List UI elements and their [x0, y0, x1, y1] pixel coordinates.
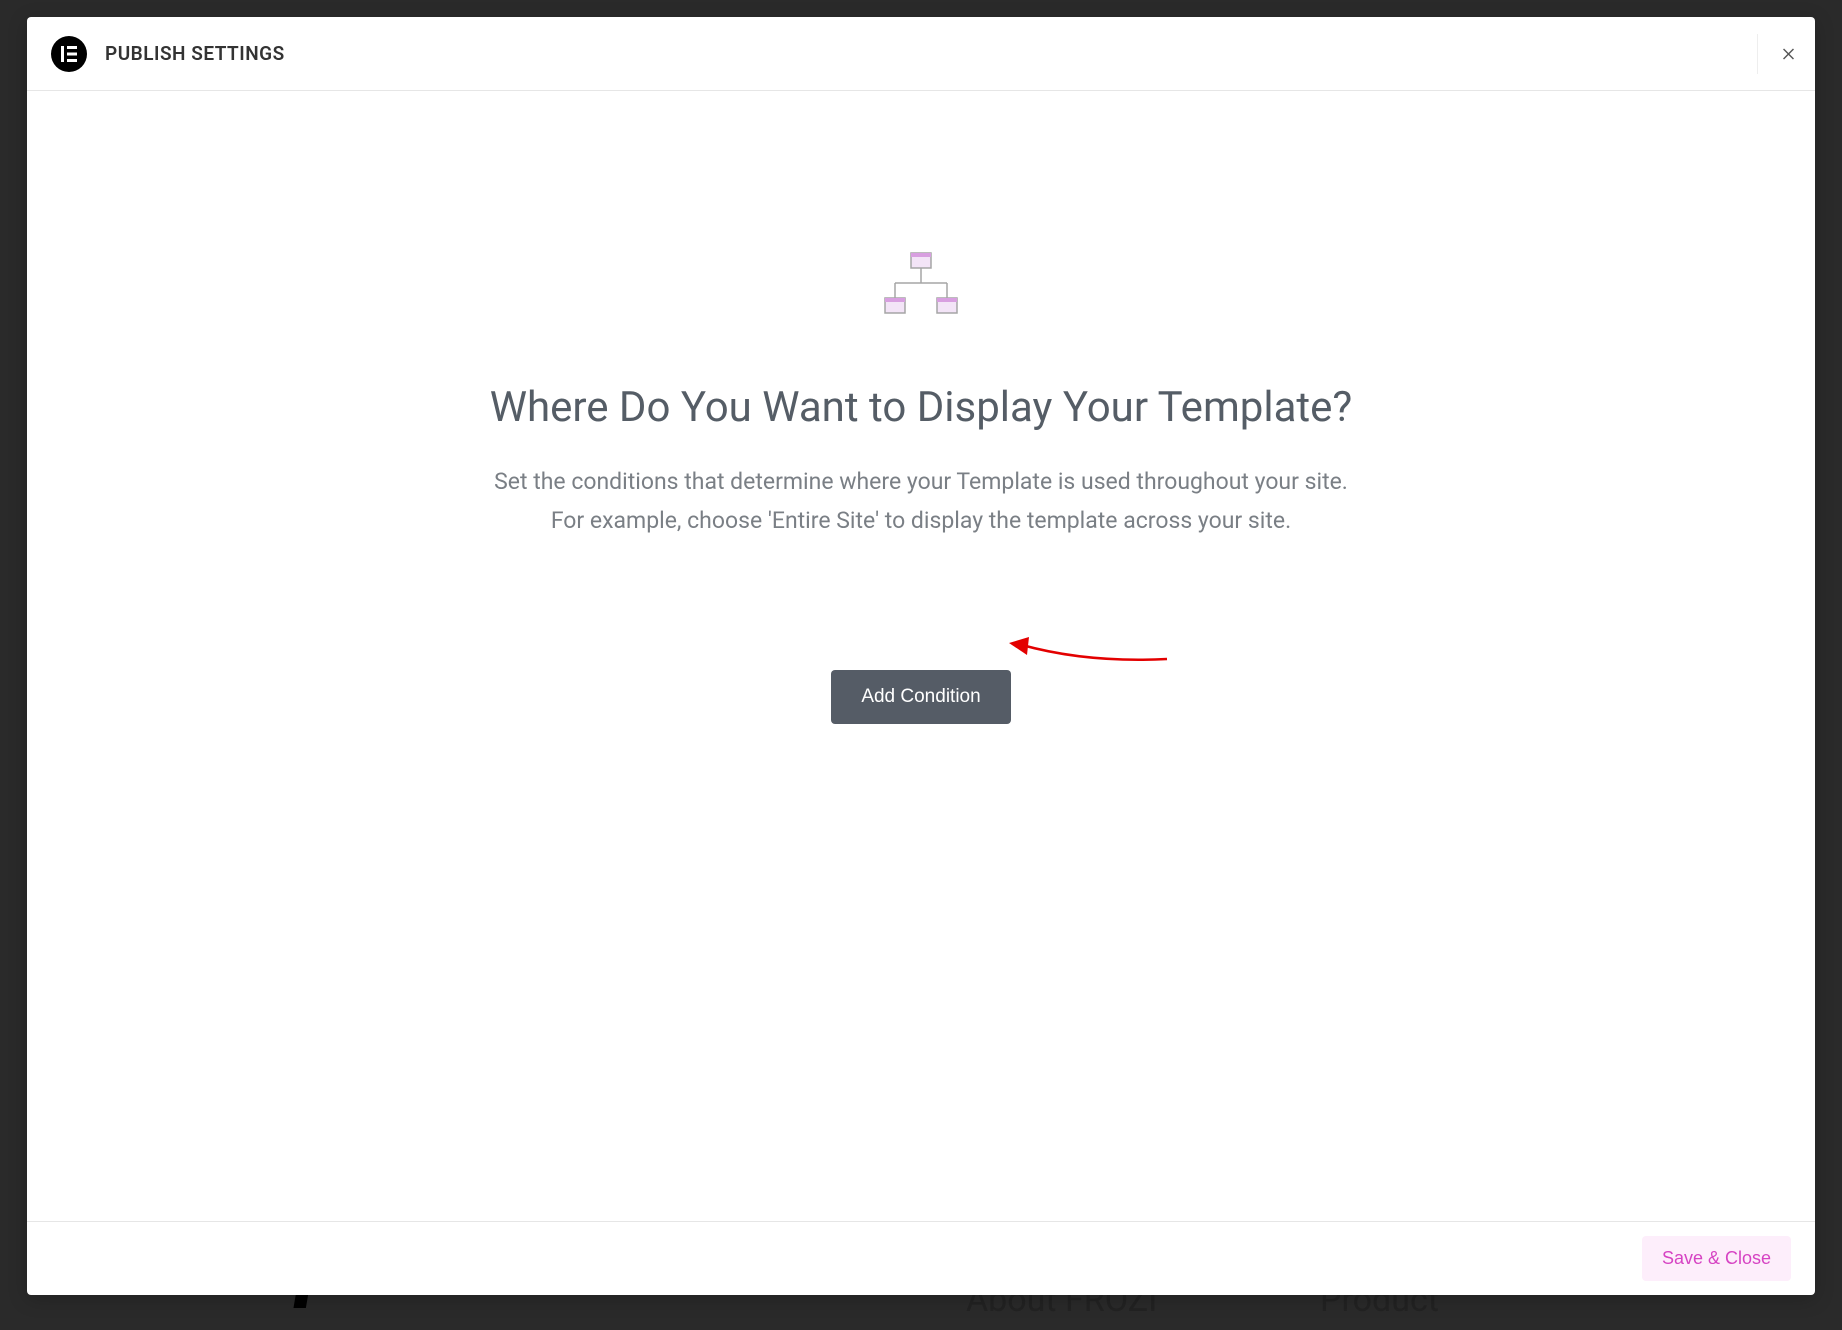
modal-footer: Save & Close	[27, 1221, 1815, 1295]
annotation-arrow-icon	[1007, 631, 1177, 671]
modal-header: PUBLISH SETTINGS	[27, 17, 1815, 91]
save-and-close-button[interactable]: Save & Close	[1642, 1236, 1791, 1281]
elementor-logo-icon	[51, 36, 87, 72]
description-line-1: Set the conditions that determine where …	[494, 462, 1348, 501]
hierarchy-icon	[882, 251, 960, 323]
description-text: Set the conditions that determine where …	[494, 462, 1348, 540]
modal-title: PUBLISH SETTINGS	[105, 42, 285, 65]
publish-settings-modal: PUBLISH SETTINGS	[27, 17, 1815, 1295]
close-button[interactable]	[1757, 34, 1797, 74]
description-line-2: For example, choose 'Entire Site' to dis…	[494, 501, 1348, 540]
main-heading: Where Do You Want to Display Your Templa…	[490, 383, 1353, 432]
add-condition-button[interactable]: Add Condition	[831, 670, 1010, 724]
modal-body: Where Do You Want to Display Your Templa…	[27, 91, 1815, 1221]
